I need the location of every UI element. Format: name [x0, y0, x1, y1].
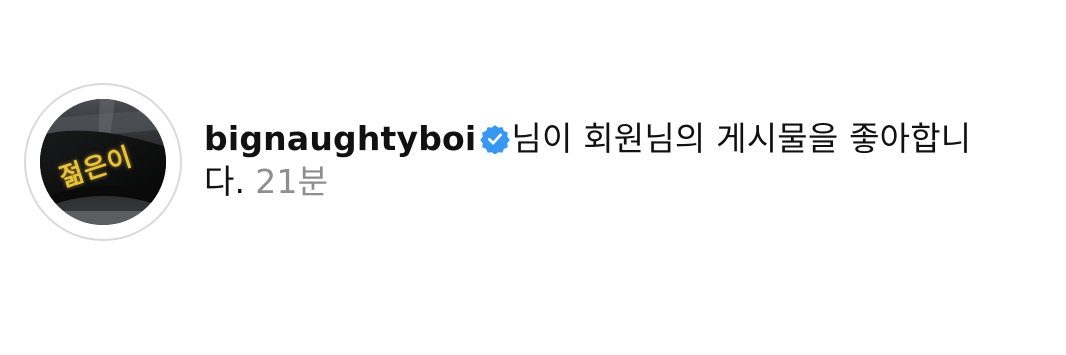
username-link[interactable]: bignaughtyboi — [204, 119, 476, 158]
verified-badge-icon — [480, 125, 511, 154]
like-notification[interactable]: 젊은이 bignaughtyboi 님이 회원님의 게시물을 좋아합니다. 21분 — [0, 0, 1066, 355]
notification-text: bignaughtyboi 님이 회원님의 게시물을 좋아합니다. 21분 — [204, 117, 1024, 203]
avatar[interactable]: 젊은이 — [24, 83, 182, 241]
timestamp: 21분 — [255, 162, 329, 201]
avatar-image: 젊은이 — [40, 99, 166, 225]
